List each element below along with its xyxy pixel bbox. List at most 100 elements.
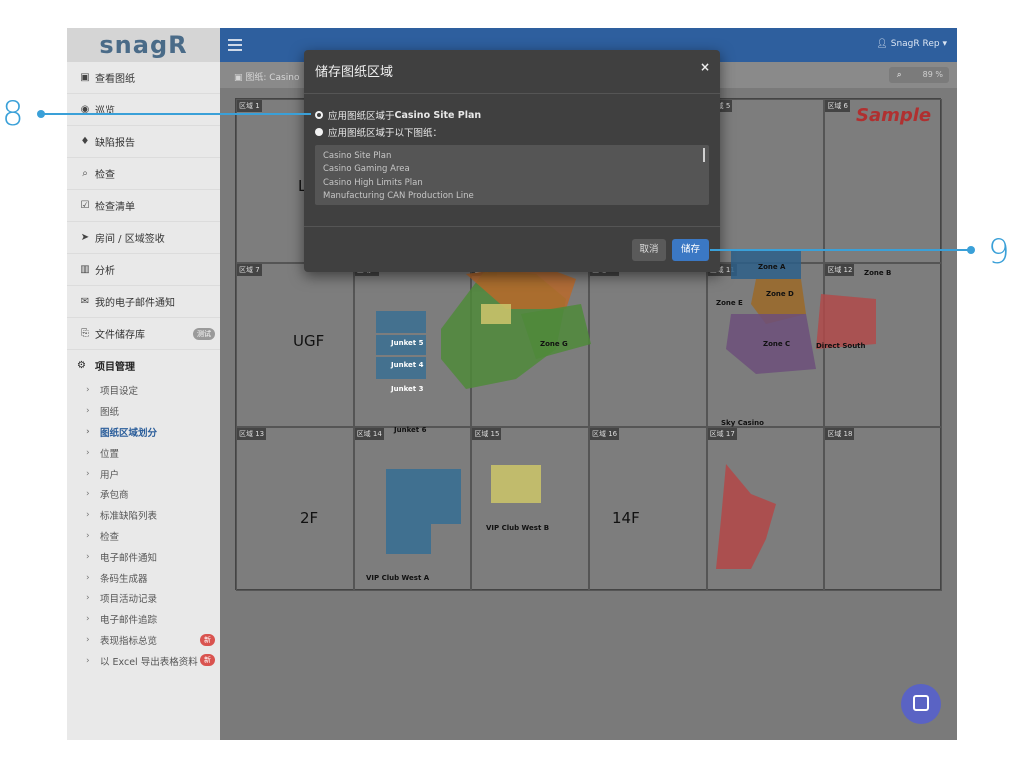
- sidebar-sub-kpi-overview[interactable]: › 表现指标总览 新: [67, 630, 220, 651]
- sample-watermark: Sample: [856, 105, 932, 126]
- chat-launcher-button[interactable]: [901, 684, 941, 724]
- list-item[interactable]: Casino Gaming Area: [323, 163, 701, 176]
- search-icon: ⌕: [82, 168, 88, 179]
- zone-label-vip-west-b: VIP Club West B: [486, 524, 550, 532]
- user-menu[interactable]: 👤︎ SnagR Rep ▾: [876, 39, 947, 49]
- sidebar-item-label: 检查: [95, 170, 115, 181]
- new-badge: 新: [200, 654, 215, 667]
- user-name: SnagR Rep ▾: [890, 39, 947, 49]
- logo[interactable]: snagR: [67, 28, 220, 62]
- hamburger-menu-icon[interactable]: [228, 39, 242, 51]
- close-icon[interactable]: ×: [700, 60, 710, 74]
- sidebar-item-file-repository[interactable]: ⎘ 文件储存库 测试: [67, 318, 220, 350]
- sidebar-sub-excel-export[interactable]: › 以 Excel 导出表格资料新: [67, 650, 220, 671]
- floor-label-2f: 2F: [300, 509, 319, 527]
- sidebar-item-walkthrough[interactable]: ◉ 巡览: [67, 94, 220, 126]
- zone-shape-junket5: [376, 311, 426, 333]
- sub-label: 以 Excel 导出表格资料: [100, 656, 198, 668]
- sub-label: 用户: [100, 469, 120, 481]
- sub-label: 项目设定: [100, 386, 139, 398]
- copy-icon: ⎘: [81, 328, 89, 339]
- zone-label-zone-d: Zone D: [766, 290, 794, 298]
- drawing-list[interactable]: Casino Site Plan Casino Gaming Area Casi…: [315, 145, 709, 205]
- sidebar-item-label: 文件储存库: [95, 330, 145, 341]
- scrollbar[interactable]: [703, 148, 705, 162]
- section-title: 项目管理: [95, 361, 135, 373]
- zone-label-junket6: Junket 6: [394, 426, 427, 434]
- sidebar-sub-barcode-generator[interactable]: › 条码生成器: [67, 567, 220, 588]
- sidebar-item-checklist[interactable]: ☑ 检查清单: [67, 190, 220, 222]
- radio-label: 应用图纸区域于: [328, 111, 395, 122]
- sidebar-sub-activity-log[interactable]: › 项目活动记录: [67, 588, 220, 609]
- zone-label-direct-south: Direct South: [816, 342, 866, 350]
- radio-apply-following-drawings[interactable]: 应用图纸区域于以下图纸：: [315, 125, 442, 139]
- chevron-right-icon: ›: [86, 385, 90, 396]
- pin-icon: ♦: [80, 136, 90, 147]
- list-item[interactable]: Casino Site Plan: [323, 150, 701, 163]
- new-badge: 新: [200, 633, 215, 646]
- sidebar-sub-drawing-zones[interactable]: › 图纸区域划分: [67, 422, 220, 443]
- sidebar-item-label: 分析: [95, 266, 115, 277]
- gears-icon: ⚙: [77, 359, 86, 371]
- save-button[interactable]: 储存: [672, 239, 709, 261]
- sub-label: 图纸区域划分: [100, 427, 158, 439]
- checklist-icon: ☑: [80, 200, 90, 211]
- save-drawing-zones-dialog: 储存图纸区域 × 应用图纸区域于 Casino Site Plan 应用图纸区域于…: [304, 50, 720, 272]
- section-project-management[interactable]: ⚙ 项目管理: [67, 350, 220, 380]
- sidebar-item-label: 查看图纸: [95, 74, 135, 85]
- zone-shape-yellow: [481, 304, 511, 324]
- sub-label: 位置: [100, 448, 120, 460]
- sidebar-sub-standard-defects[interactable]: › 标准缺陷列表: [67, 505, 220, 526]
- list-item[interactable]: Manufacturing CAN Production Line: [323, 190, 701, 203]
- sidebar-item-label: 缺陷报告: [95, 138, 135, 149]
- chart-icon: ▥: [80, 264, 90, 275]
- sidebar-sub-email-tracking[interactable]: › 电子邮件追踪: [67, 609, 220, 630]
- beta-badge: 测试: [193, 328, 215, 340]
- zone-label-junket4: Junket 4: [391, 361, 424, 369]
- chevron-right-icon: ›: [86, 655, 90, 666]
- sidebar-item-inspection[interactable]: ⌕ 检查: [67, 158, 220, 190]
- sidebar-item-label: 我的电子邮件通知: [95, 298, 175, 309]
- sub-label: 标准缺陷列表: [100, 511, 158, 523]
- sidebar-sub-inspections[interactable]: › 检查: [67, 526, 220, 547]
- sidebar-item-email-notifications[interactable]: ✉ 我的电子邮件通知: [67, 286, 220, 318]
- sub-label: 项目活动记录: [100, 594, 158, 606]
- sidebar-item-signoff[interactable]: ➤ 房间 / 区域签收: [67, 222, 220, 254]
- sidebar-sub-contractors[interactable]: › 承包商: [67, 484, 220, 505]
- radio-selected-icon: [315, 111, 323, 119]
- chevron-right-icon: ›: [86, 634, 90, 645]
- zone-label-zone-g: Zone G: [540, 340, 568, 348]
- sidebar-sub-email-notifications[interactable]: › 电子邮件通知: [67, 546, 220, 567]
- image-icon: ▣: [80, 72, 90, 83]
- chevron-right-icon: ›: [86, 447, 90, 458]
- sub-label: 图纸: [100, 407, 120, 419]
- sub-label: 条码生成器: [100, 573, 148, 585]
- user-icon: 👤︎: [876, 39, 891, 49]
- zone-label-vip-west-a: VIP Club West A: [366, 574, 430, 582]
- divider: [304, 226, 720, 227]
- radio-apply-current-drawing[interactable]: 应用图纸区域于 Casino Site Plan: [315, 108, 481, 122]
- callout-line-left: [41, 113, 311, 115]
- cancel-button[interactable]: 取消: [632, 239, 666, 261]
- sidebar-sub-project-settings[interactable]: › 项目设定: [67, 380, 220, 401]
- callout-dot-right: [967, 246, 975, 254]
- sidebar-item-view-drawings[interactable]: ▣ 查看图纸: [67, 62, 220, 94]
- sub-label: 电子邮件追踪: [100, 615, 158, 627]
- sidebar-sub-locations[interactable]: › 位置: [67, 442, 220, 463]
- send-icon: ➤: [80, 232, 90, 243]
- sidebar-item-analysis[interactable]: ▥ 分析: [67, 254, 220, 286]
- zone-label-zone-c: Zone C: [763, 340, 791, 348]
- mail-icon: ✉: [80, 296, 90, 307]
- zone-label-sky-casino: Sky Casino: [721, 419, 764, 427]
- logo-text: snagR: [99, 31, 188, 59]
- sidebar-sub-drawings[interactable]: › 图纸: [67, 401, 220, 422]
- zone-label-zone-e: Zone E: [716, 299, 743, 307]
- sidebar-item-defect-report[interactable]: ♦ 缺陷报告: [67, 126, 220, 158]
- chevron-right-icon: ›: [86, 530, 90, 541]
- zoom-control[interactable]: ⌕ 89 %: [889, 67, 949, 83]
- list-item[interactable]: Casino High Limits Plan: [323, 177, 701, 190]
- chevron-right-icon: ›: [86, 406, 90, 417]
- sidebar-sub-users[interactable]: › 用户: [67, 463, 220, 484]
- sub-label: 检查: [100, 531, 120, 543]
- zone-shape-direct-south: [816, 294, 876, 349]
